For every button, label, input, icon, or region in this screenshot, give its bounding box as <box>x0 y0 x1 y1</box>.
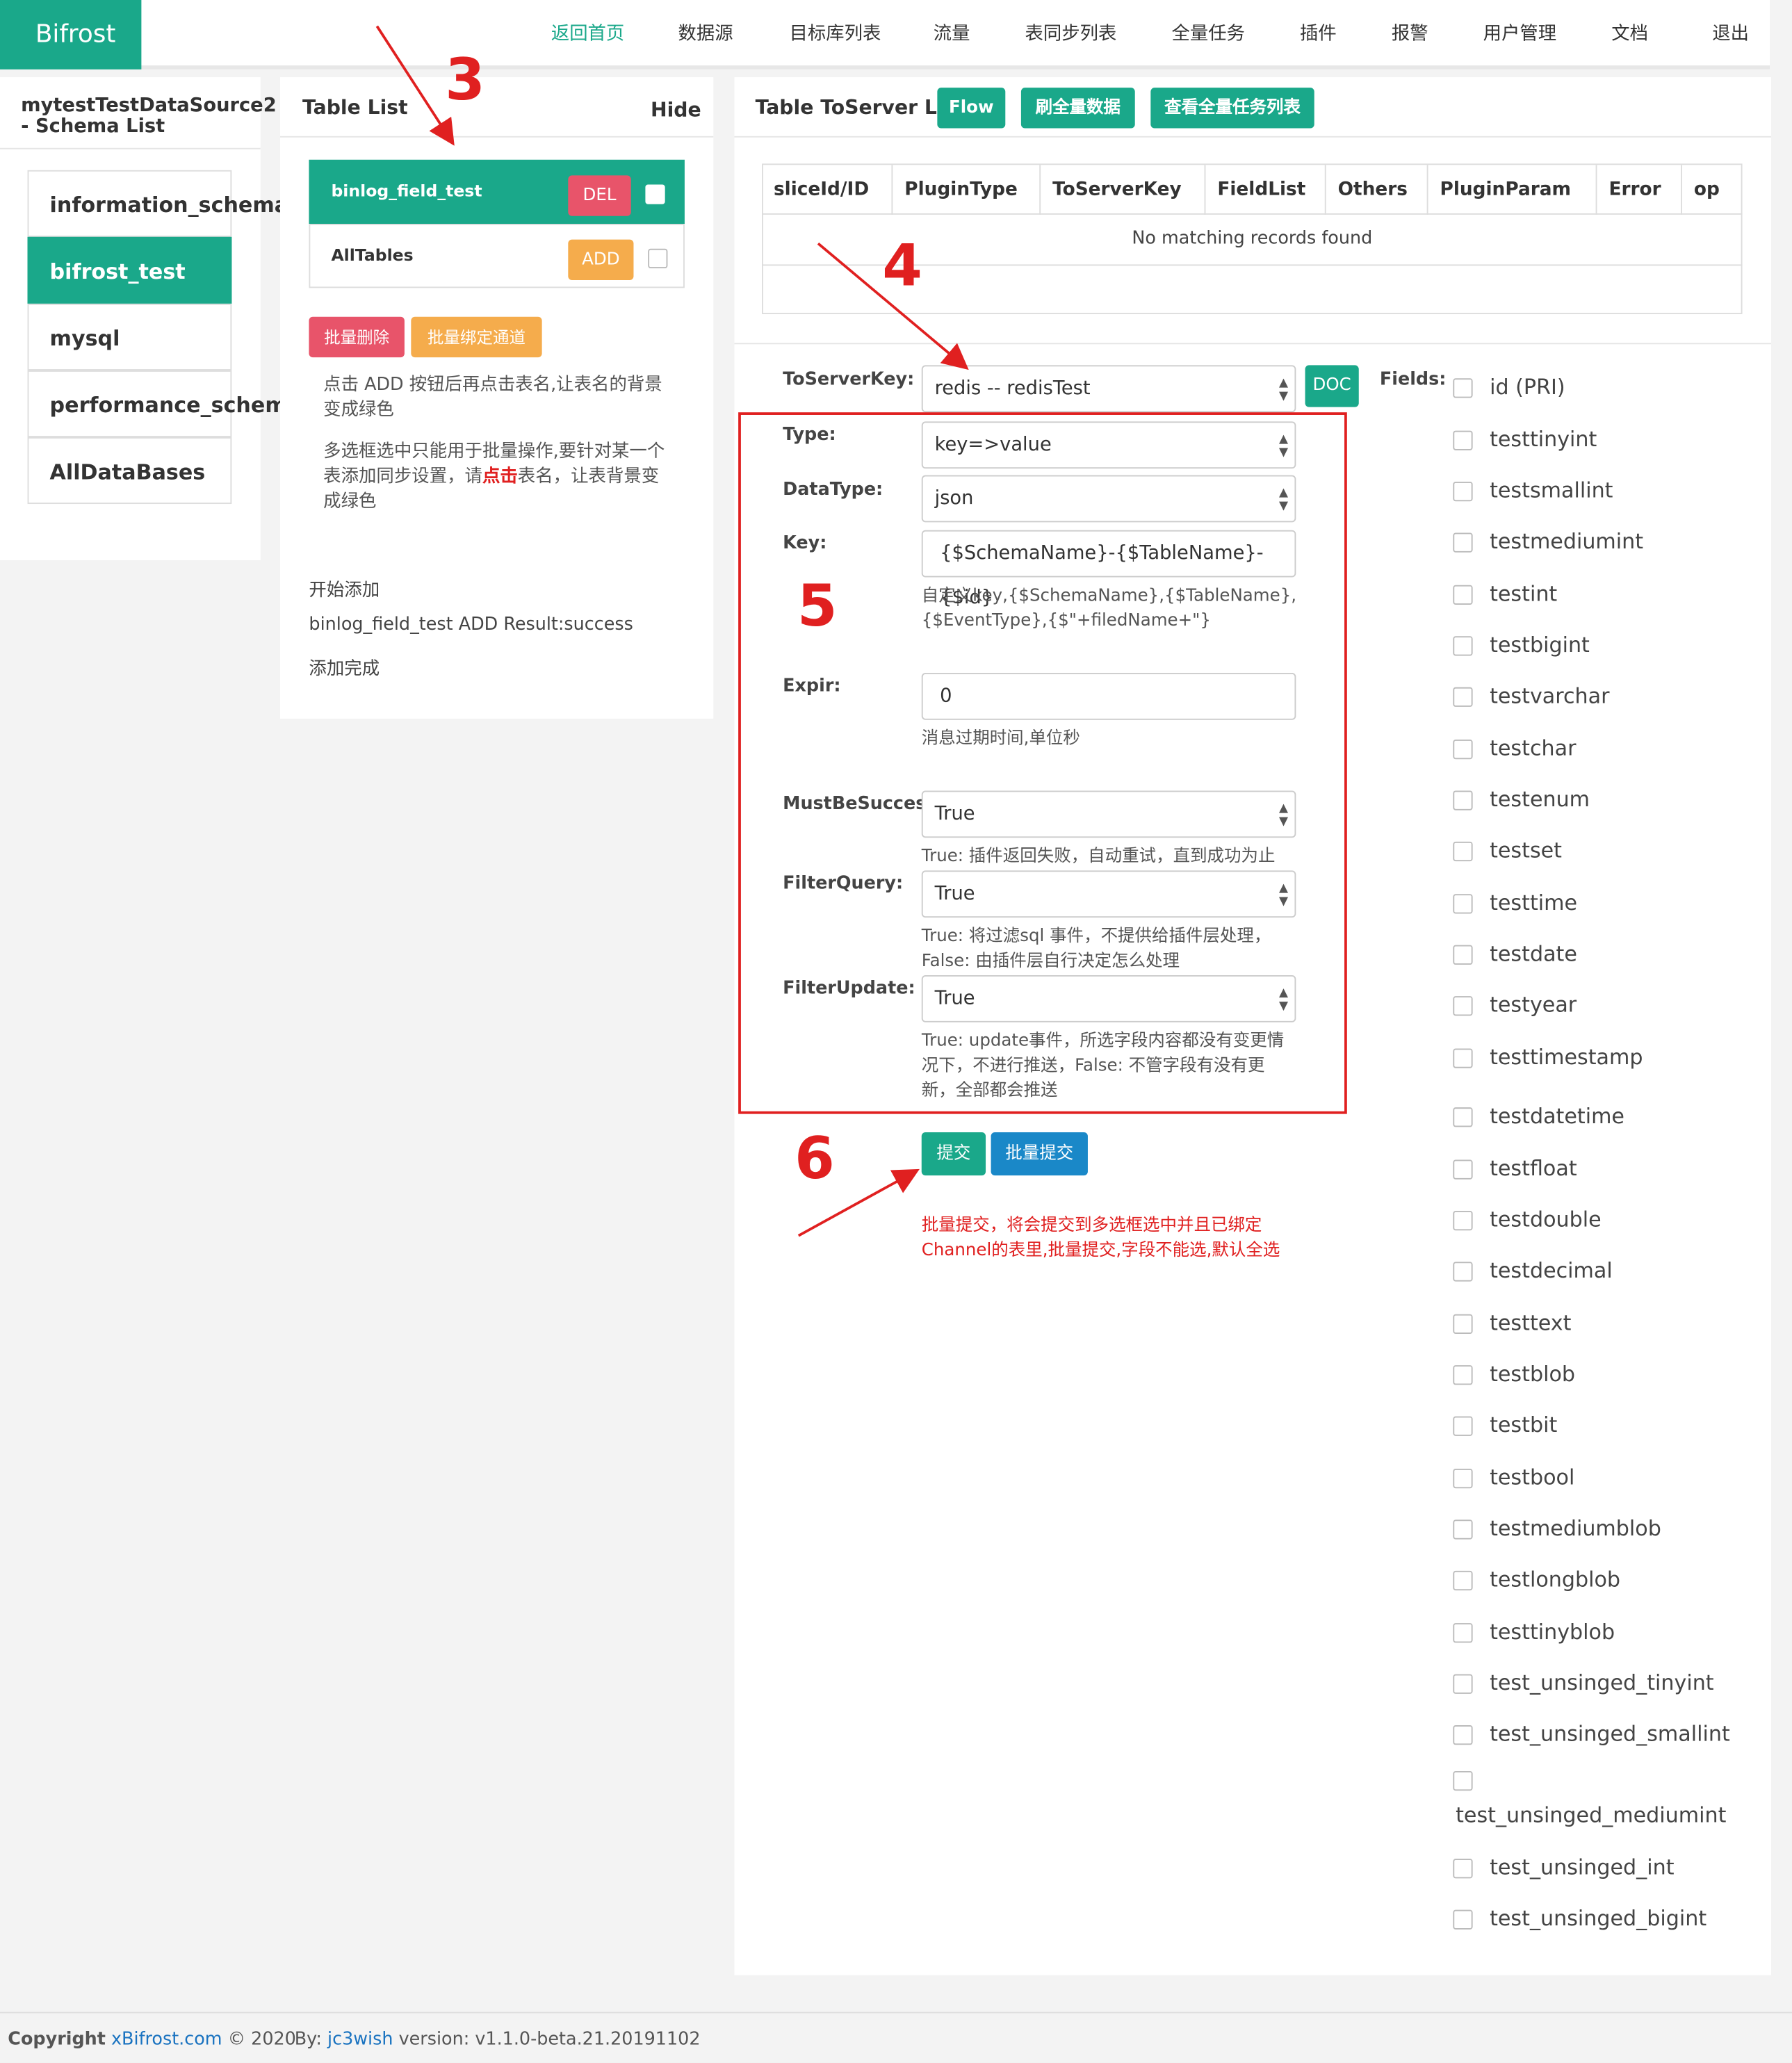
version-text: version: v1.1.0-beta.21.20191102 <box>398 2028 701 2050</box>
author-link[interactable]: jc3wish <box>327 2029 393 2050</box>
footer-author: By: jc3wish version: v1.1.0-beta.21.2019… <box>295 2029 701 2050</box>
footer: Copyright xBifrost.com © 2020 By: jc3wis… <box>0 2012 1792 2063</box>
copyright-label: Copyright <box>8 2028 106 2050</box>
copyright-year: © 2020 <box>227 2028 296 2050</box>
arrow-6 <box>797 1168 920 1237</box>
footer-copyright: Copyright xBifrost.com © 2020 <box>8 2029 296 2050</box>
arrow-4 <box>817 242 969 370</box>
by-label: By: <box>294 2028 322 2050</box>
annotation-arrows <box>375 25 969 1237</box>
arrow-3 <box>375 25 455 146</box>
site-link[interactable]: xBifrost.com <box>111 2029 222 2050</box>
